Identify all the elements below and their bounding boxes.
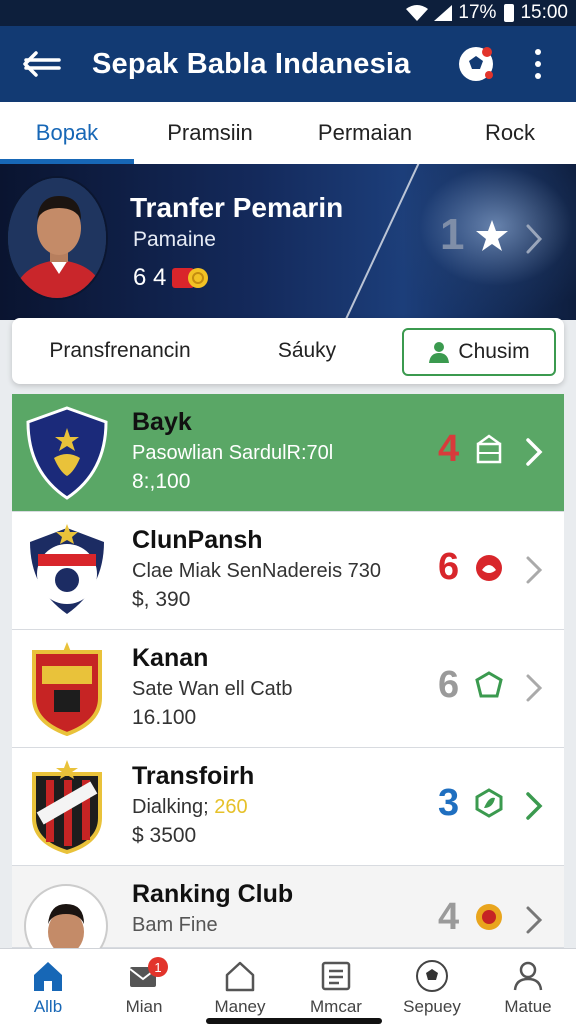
hero-subtitle: Pamaine <box>133 228 216 251</box>
shield-outline-icon <box>475 671 503 698</box>
clock: 15:00 <box>520 2 568 23</box>
club-crest-icon <box>32 760 102 854</box>
signal-icon <box>434 5 453 21</box>
nav-matue[interactable]: Matue <box>480 949 576 1024</box>
house-outline-icon <box>225 961 255 992</box>
tab-permaian[interactable]: Permaian <box>286 102 444 164</box>
trophy-badge-icon <box>476 904 502 930</box>
segment-control: Pransfrenancin Sáuky Chusim <box>12 318 564 384</box>
club-crest-icon <box>32 642 102 736</box>
tab-bopak[interactable]: Bopak <box>0 102 134 164</box>
club-desc: Dialking; 260 <box>132 796 248 819</box>
hero-banner[interactable]: Tranfer Pemarin Pamaine 6 4 1 <box>0 164 576 320</box>
soccer-ball-icon[interactable] <box>456 44 496 84</box>
list-item[interactable]: Transfoirh Dialking; 260 $ 3500 3 <box>12 748 564 866</box>
nav-maney-label: Maney <box>214 997 266 1016</box>
star-icon <box>476 220 508 251</box>
club-rank: 6 <box>438 546 460 588</box>
nav-home-label: Allb <box>33 997 63 1016</box>
club-rank: 6 <box>438 664 460 706</box>
club-value: $ 3500 <box>132 824 197 847</box>
nav-mail-label: Mian <box>125 997 163 1016</box>
castle-icon <box>476 434 502 464</box>
nav-mmcar-label: Mmcar <box>310 997 362 1016</box>
tab-rock[interactable]: Rock <box>444 102 576 164</box>
club-rank: 3 <box>438 782 460 824</box>
chevron-right-icon[interactable] <box>524 436 544 468</box>
club-desc-prefix: Dialking; <box>132 796 215 818</box>
club-desc-accent: 260 <box>214 796 248 818</box>
app-bar: Sepak Babla Indanesia <box>0 26 576 102</box>
hero-stat-value: 6 4 <box>133 264 167 291</box>
segment-sauky[interactable]: Sáuky <box>262 318 352 384</box>
person-icon <box>429 342 450 363</box>
club-desc: Clae Miak SenNadereis 730 <box>132 560 382 582</box>
hero-rank: 1 <box>440 210 465 259</box>
soccer-ball-icon <box>416 960 448 992</box>
bottom-nav: Allb 1 Mian Maney Mmcar Sepuey Matue <box>0 948 576 1024</box>
nav-mmcar[interactable]: Mmcar <box>288 949 384 1024</box>
list-item[interactable]: ClunPansh Clae Miak SenNadereis 730 $, 3… <box>12 512 564 630</box>
club-desc: Bam Fine <box>132 914 218 936</box>
leaf-badge-icon <box>475 788 503 818</box>
club-name: Ranking Club <box>132 880 294 908</box>
more-vertical-icon[interactable] <box>534 49 542 79</box>
person-icon <box>513 961 543 991</box>
tab-bar: Bopak Pramsiin Permaian Rock <box>0 102 576 164</box>
list-item[interactable]: Ranking Club Bam Fine 4 <box>12 866 564 968</box>
club-crest-icon <box>30 524 104 614</box>
nav-sepuey-label: Sepuey <box>403 997 461 1016</box>
nav-home[interactable]: Allb <box>0 949 96 1024</box>
list-item[interactable]: Kanan Sate Wan ell Catb 16.100 6 <box>12 630 564 748</box>
tab-pramsiin[interactable]: Pramsiin <box>134 102 286 164</box>
back-arrow-icon[interactable] <box>22 49 62 79</box>
hero-stat: 6 4 <box>133 264 210 292</box>
chevron-right-icon[interactable] <box>524 554 544 586</box>
list-item[interactable]: Bayk Pasowlian SardulR:70l 8:,100 4 <box>12 394 564 512</box>
nav-maney[interactable]: Maney <box>192 949 288 1024</box>
club-rank: 4 <box>438 428 460 470</box>
shield-crest-icon <box>26 406 108 500</box>
segment-chusim-label: Chusim <box>458 340 530 363</box>
status-bar: 17% 15:00 <box>0 0 576 26</box>
chevron-right-icon[interactable] <box>524 790 544 822</box>
list-card-icon <box>321 961 351 991</box>
fire-badge-icon <box>476 555 502 581</box>
app-title: Sepak Babla Indanesia <box>92 47 411 80</box>
chevron-right-icon[interactable] <box>524 672 544 704</box>
player-avatar <box>6 176 108 300</box>
notification-badge: 1 <box>148 957 168 977</box>
club-name: Bayk <box>132 408 192 436</box>
nav-matue-label: Matue <box>504 997 552 1016</box>
hero-title: Tranfer Pemarin <box>130 192 344 223</box>
club-name: Kanan <box>132 644 209 672</box>
segment-pransfrenancin[interactable]: Pransfrenancin <box>30 318 210 384</box>
club-desc: Pasowlian SardulR:70l <box>132 442 334 464</box>
chevron-right-icon[interactable] <box>524 904 544 936</box>
chevron-right-icon[interactable] <box>524 222 544 256</box>
club-value: $, 390 <box>132 588 191 611</box>
battery-percent: 17% <box>458 2 497 23</box>
club-value: 16.100 <box>132 706 197 729</box>
wifi-icon <box>406 5 429 21</box>
club-value: 8:,100 <box>132 470 191 493</box>
segment-chusim[interactable]: Chusim <box>402 328 556 376</box>
battery-icon <box>504 4 515 22</box>
nav-sepuey[interactable]: Sepuey <box>384 949 480 1024</box>
club-rank: 4 <box>438 896 460 938</box>
nav-mail[interactable]: 1 Mian <box>96 949 192 1024</box>
coin-icon <box>172 268 209 288</box>
home-indicator <box>206 1018 382 1024</box>
club-name: ClunPansh <box>132 526 263 554</box>
club-name: Transfoirh <box>132 762 255 790</box>
home-icon <box>34 962 62 991</box>
club-desc: Sate Wan ell Catb <box>132 678 293 700</box>
